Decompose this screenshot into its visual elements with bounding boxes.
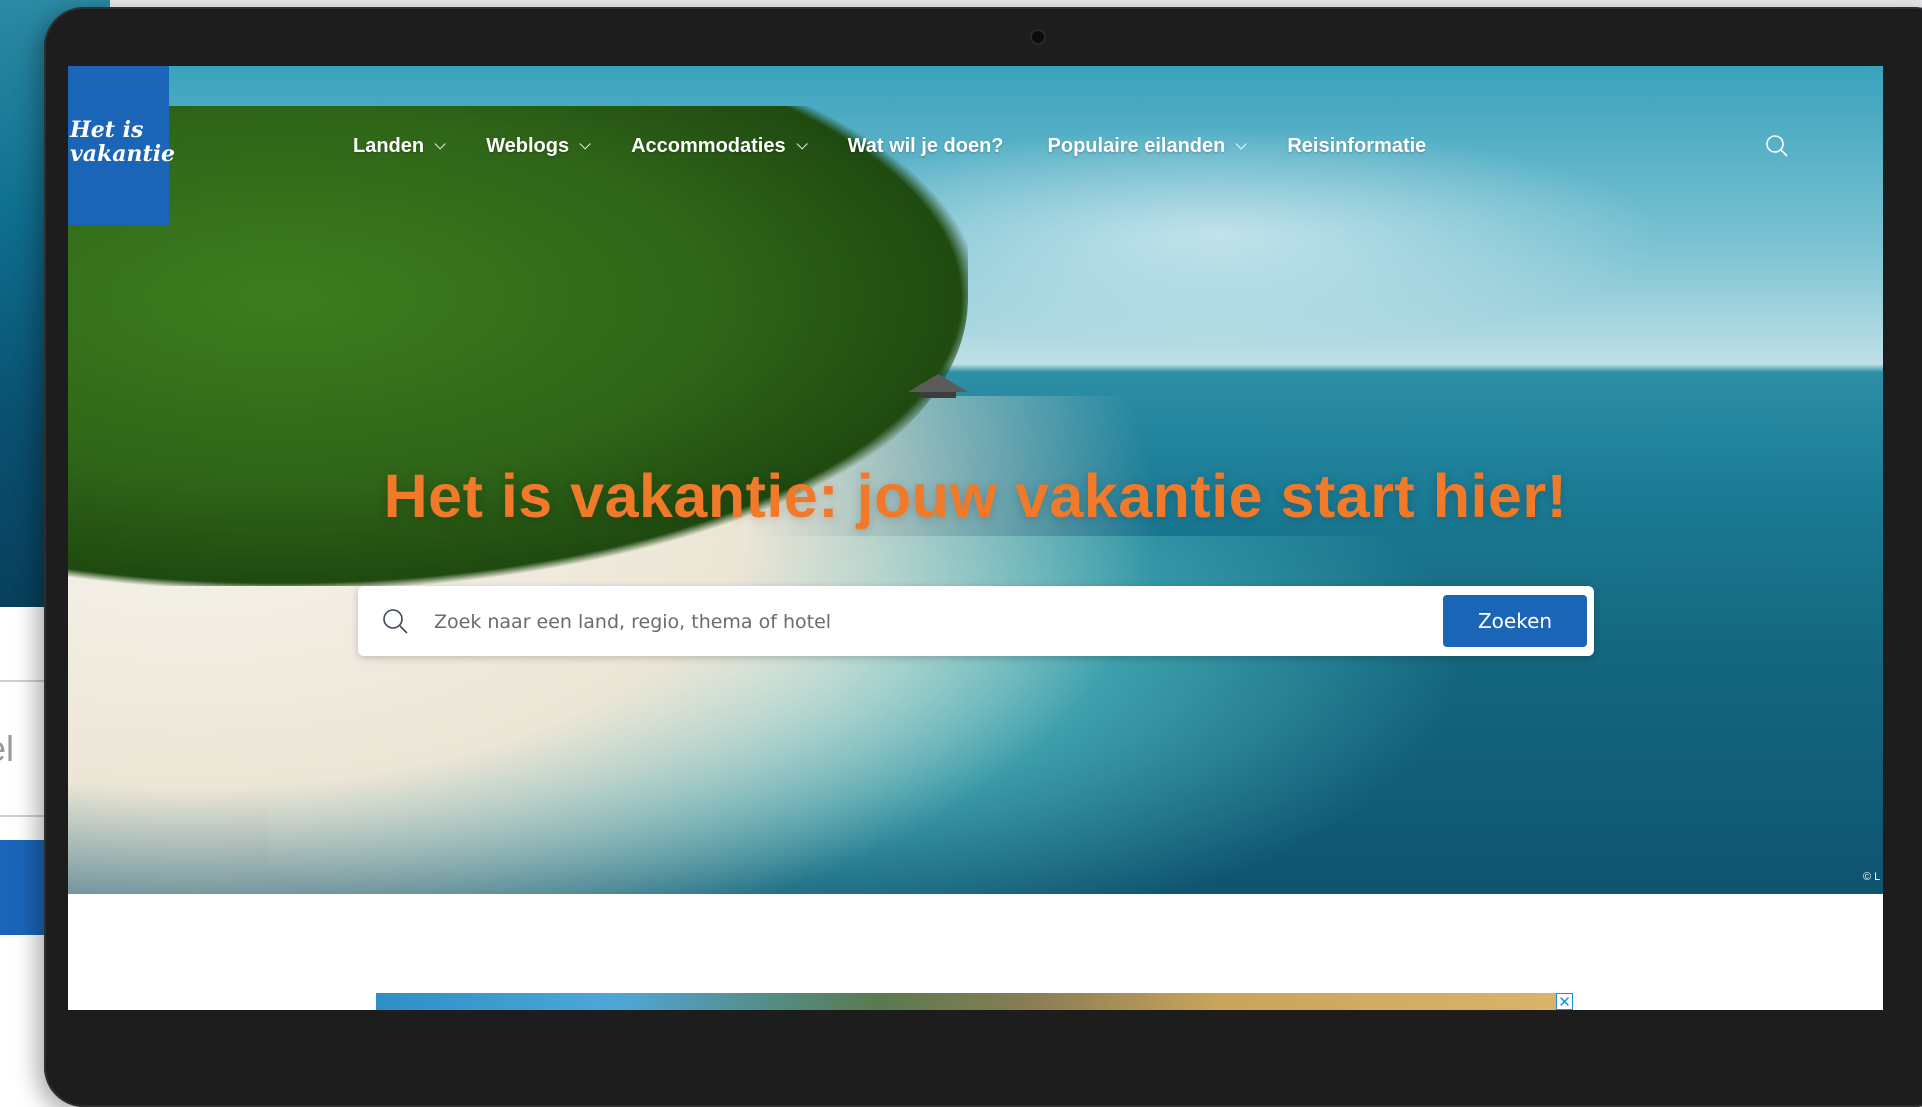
- close-icon[interactable]: ✕: [1556, 993, 1573, 1010]
- photo-copyright: © L: [1863, 871, 1881, 883]
- search-icon: [381, 607, 409, 635]
- nav-item-populaire-eilanden[interactable]: Populaire eilanden: [1048, 135, 1248, 158]
- chevron-down-icon: [1235, 138, 1248, 150]
- advertisement-banner[interactable]: [376, 993, 1573, 1010]
- search-button[interactable]: Zoeken: [1443, 595, 1587, 647]
- nav-item-wat-wil-je-doen[interactable]: Wat wil je doen?: [848, 135, 1004, 158]
- search-bar: Zoeken: [358, 586, 1594, 658]
- main-navigation: Landen Weblogs Accommodaties Wat wil je …: [353, 126, 1470, 166]
- chevron-down-icon: [579, 138, 591, 150]
- hero-headline: Het is vakantie: jouw vakantie start hie…: [383, 462, 1568, 530]
- chevron-down-icon: [434, 138, 446, 150]
- nav-item-landen[interactable]: Landen: [353, 135, 446, 158]
- nav-item-weblogs[interactable]: Weblogs: [486, 135, 591, 158]
- water-bungalow: [908, 374, 968, 398]
- camera-dot: [1032, 31, 1044, 43]
- search-icon[interactable]: [1765, 134, 1789, 158]
- chevron-down-icon: [796, 138, 808, 150]
- nav-item-accommodaties[interactable]: Accommodaties: [631, 135, 808, 158]
- site-logo[interactable]: Het is vakantie: [68, 66, 175, 225]
- search-input[interactable]: [432, 586, 1406, 658]
- nav-item-reisinformatie[interactable]: Reisinformatie: [1287, 135, 1426, 158]
- website-screen: Het is vakantie Landen Weblogs Accommoda…: [68, 66, 1883, 1010]
